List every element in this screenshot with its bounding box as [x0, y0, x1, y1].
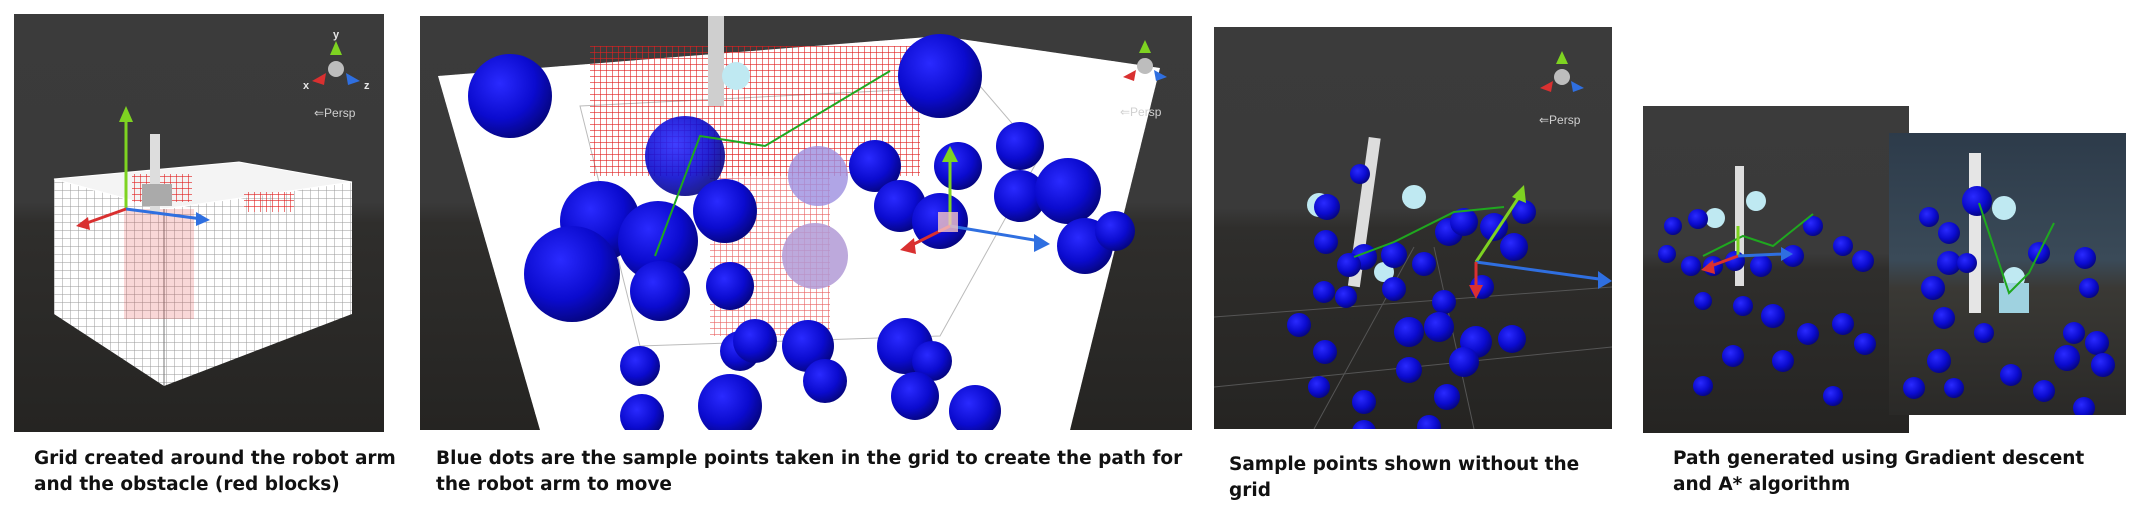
viewport-path-inset[interactable]	[1889, 133, 2126, 415]
viewport-sample-points[interactable]: ⇐Persp	[1214, 27, 1612, 429]
caption-sample-points: Sample points shown without the grid	[1229, 454, 1580, 501]
viewport-path-generated[interactable]	[1643, 106, 1909, 433]
gizmo-x-label: x	[303, 80, 310, 92]
persp-label[interactable]: ⇐Persp	[1120, 105, 1162, 119]
viewport-sample-points-grid[interactable]: ⇐Persp	[420, 16, 1192, 430]
gizmo-z-label: z	[364, 80, 370, 92]
gizmo-y-label: y	[333, 29, 340, 41]
caption-sample-points-grid: Blue dots are the sample points taken in…	[436, 448, 1183, 495]
persp-label[interactable]: ⇐Persp	[314, 106, 356, 120]
viewport-grid-scene[interactable]: y x z ⇐Persp	[14, 14, 384, 432]
caption-path-generated: Path generated using Gradient descent an…	[1673, 448, 2085, 495]
persp-label[interactable]: ⇐Persp	[1539, 113, 1581, 127]
caption-grid: Grid created around the robot arm and th…	[34, 448, 396, 495]
